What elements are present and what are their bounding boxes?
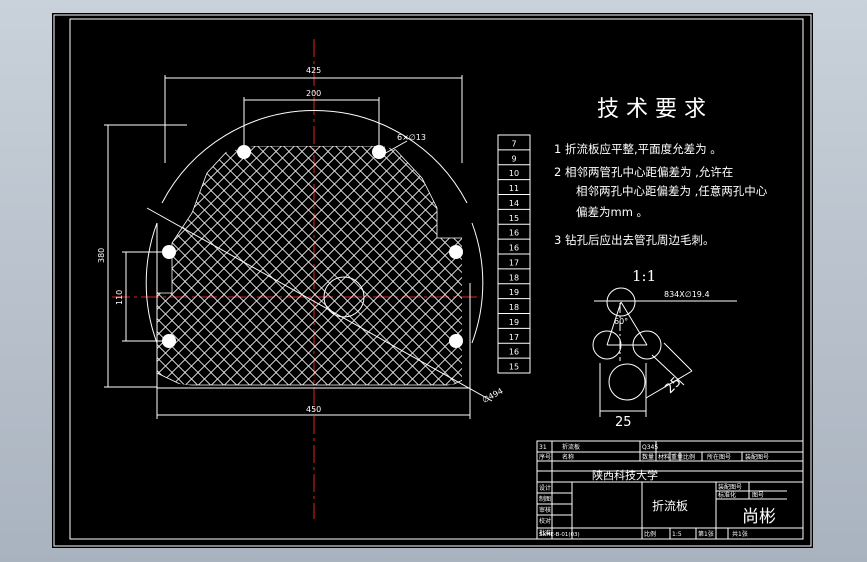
dim-110-label: 110 [115,290,124,305]
tb-extra-3: 图号 [752,492,764,499]
hole-mid-right [449,245,463,259]
tube-hole-pattern [157,146,462,386]
dim-425-label: 425 [306,66,321,75]
tb-scale-value: 1:5 [672,531,682,538]
requirement-2b: 相邻两孔中心距偏差为 ,任意两孔中心 [576,184,768,198]
tb-extra-1: 装配图号 [718,483,742,491]
row-count-cell: 17 [509,258,519,267]
hole-mid-left [162,245,176,259]
hole-top-right [372,145,386,159]
detail-angle: 60° [614,317,628,326]
row-count-cell: 16 [509,348,519,357]
row-count-cell: 15 [509,214,519,223]
requirements-title: 技 术 要 求 [597,97,706,122]
tb-label-draw: 制图 [539,495,551,503]
tb-code: SXHE-B-01(03) [539,532,580,538]
tb-label-design: 设计 [539,484,551,492]
row-count-cell: 16 [509,244,519,253]
tb-sheet-no: 第1张 [698,530,714,538]
row-count-cell: 14 [509,199,519,208]
tb-hdr-assembly-no: 装配图号 [745,453,769,461]
tb-sheet-total: 共1张 [732,530,748,538]
tb-hdr-drawing-no: 所在图号 [707,453,731,461]
tb-part-name: 折流板 [652,498,688,513]
tb-label-check: 校对 [539,517,551,525]
tb-university: 陕西科技大学 [592,468,658,482]
row-count-cell: 19 [509,318,519,327]
tb-scale-label: 比例 [644,530,656,538]
requirement-1: 1 折流板应平整,平面度允差为 。 [554,142,722,156]
tb-hdr-material: 材料 [658,453,670,461]
row-count-cell: 19 [509,288,519,297]
row-count-cell: 9 [511,154,516,163]
row-count-cell: 18 [509,273,519,282]
dim-380-label: 380 [97,248,106,263]
requirement-2c: 偏差为mm 。 [576,205,648,219]
row-count-cell: 18 [509,303,519,312]
tube-pitch-detail [592,287,737,417]
tb-hdr-scale: 比例 [683,453,695,461]
tb-item-name: 折流板 [562,443,580,451]
tb-hdr-qty: 数量 [642,453,654,461]
plate-left-arc [145,222,158,344]
row-count-cell: 10 [509,169,519,178]
hole-callout-label: 6×∅13 [397,133,426,142]
tb-hdr-name: 名称 [562,453,574,461]
tb-hdr-weight: 重量 [671,453,683,461]
row-count-cell: 17 [509,333,519,342]
row-count-cell: 16 [509,229,519,238]
dim-200-label: 200 [306,89,321,98]
requirement-2a: 2 相邻两管孔中心距偏差为 ,允许在 [554,165,733,179]
hole-bottom-left [162,334,176,348]
drawing-canvas: 425 200 380 110 450 6×∅13 ∅494 7 9 10 11 14 1… [53,14,812,547]
dim-450-label: 450 [306,405,321,414]
tb-hdr-seq: 序号 [539,453,551,461]
tb-label-review: 审核 [539,506,551,514]
detail-callout: 834X∅19.4 [664,290,710,299]
row-count-cell: 7 [511,139,516,148]
row-count-cell: 11 [509,184,519,193]
plate-right-arc [471,222,484,344]
cad-drawing-sheet: 425 200 380 110 450 6×∅13 ∅494 7 9 10 11 14 1… [52,13,813,548]
tb-item-material: Q345 [642,444,658,451]
hole-bottom-right [449,334,463,348]
detail-pitch-horizontal: 25 [615,415,632,430]
row-count-table: 7 9 10 11 14 15 16 16 17 18 19 18 19 17 16 15 [497,134,531,374]
row-count-cell: 15 [509,363,519,372]
tb-item-no: 31 [539,444,547,451]
tb-designer: 尚彬 [742,507,776,527]
detail-scale: 1:1 [632,267,656,285]
requirement-3: 3 钻孔后应出去管孔周边毛刺。 [554,233,714,247]
hole-top-left [237,145,251,159]
tb-extra-2: 标准化 [718,491,736,499]
diameter-label: ∅494 [481,386,505,404]
